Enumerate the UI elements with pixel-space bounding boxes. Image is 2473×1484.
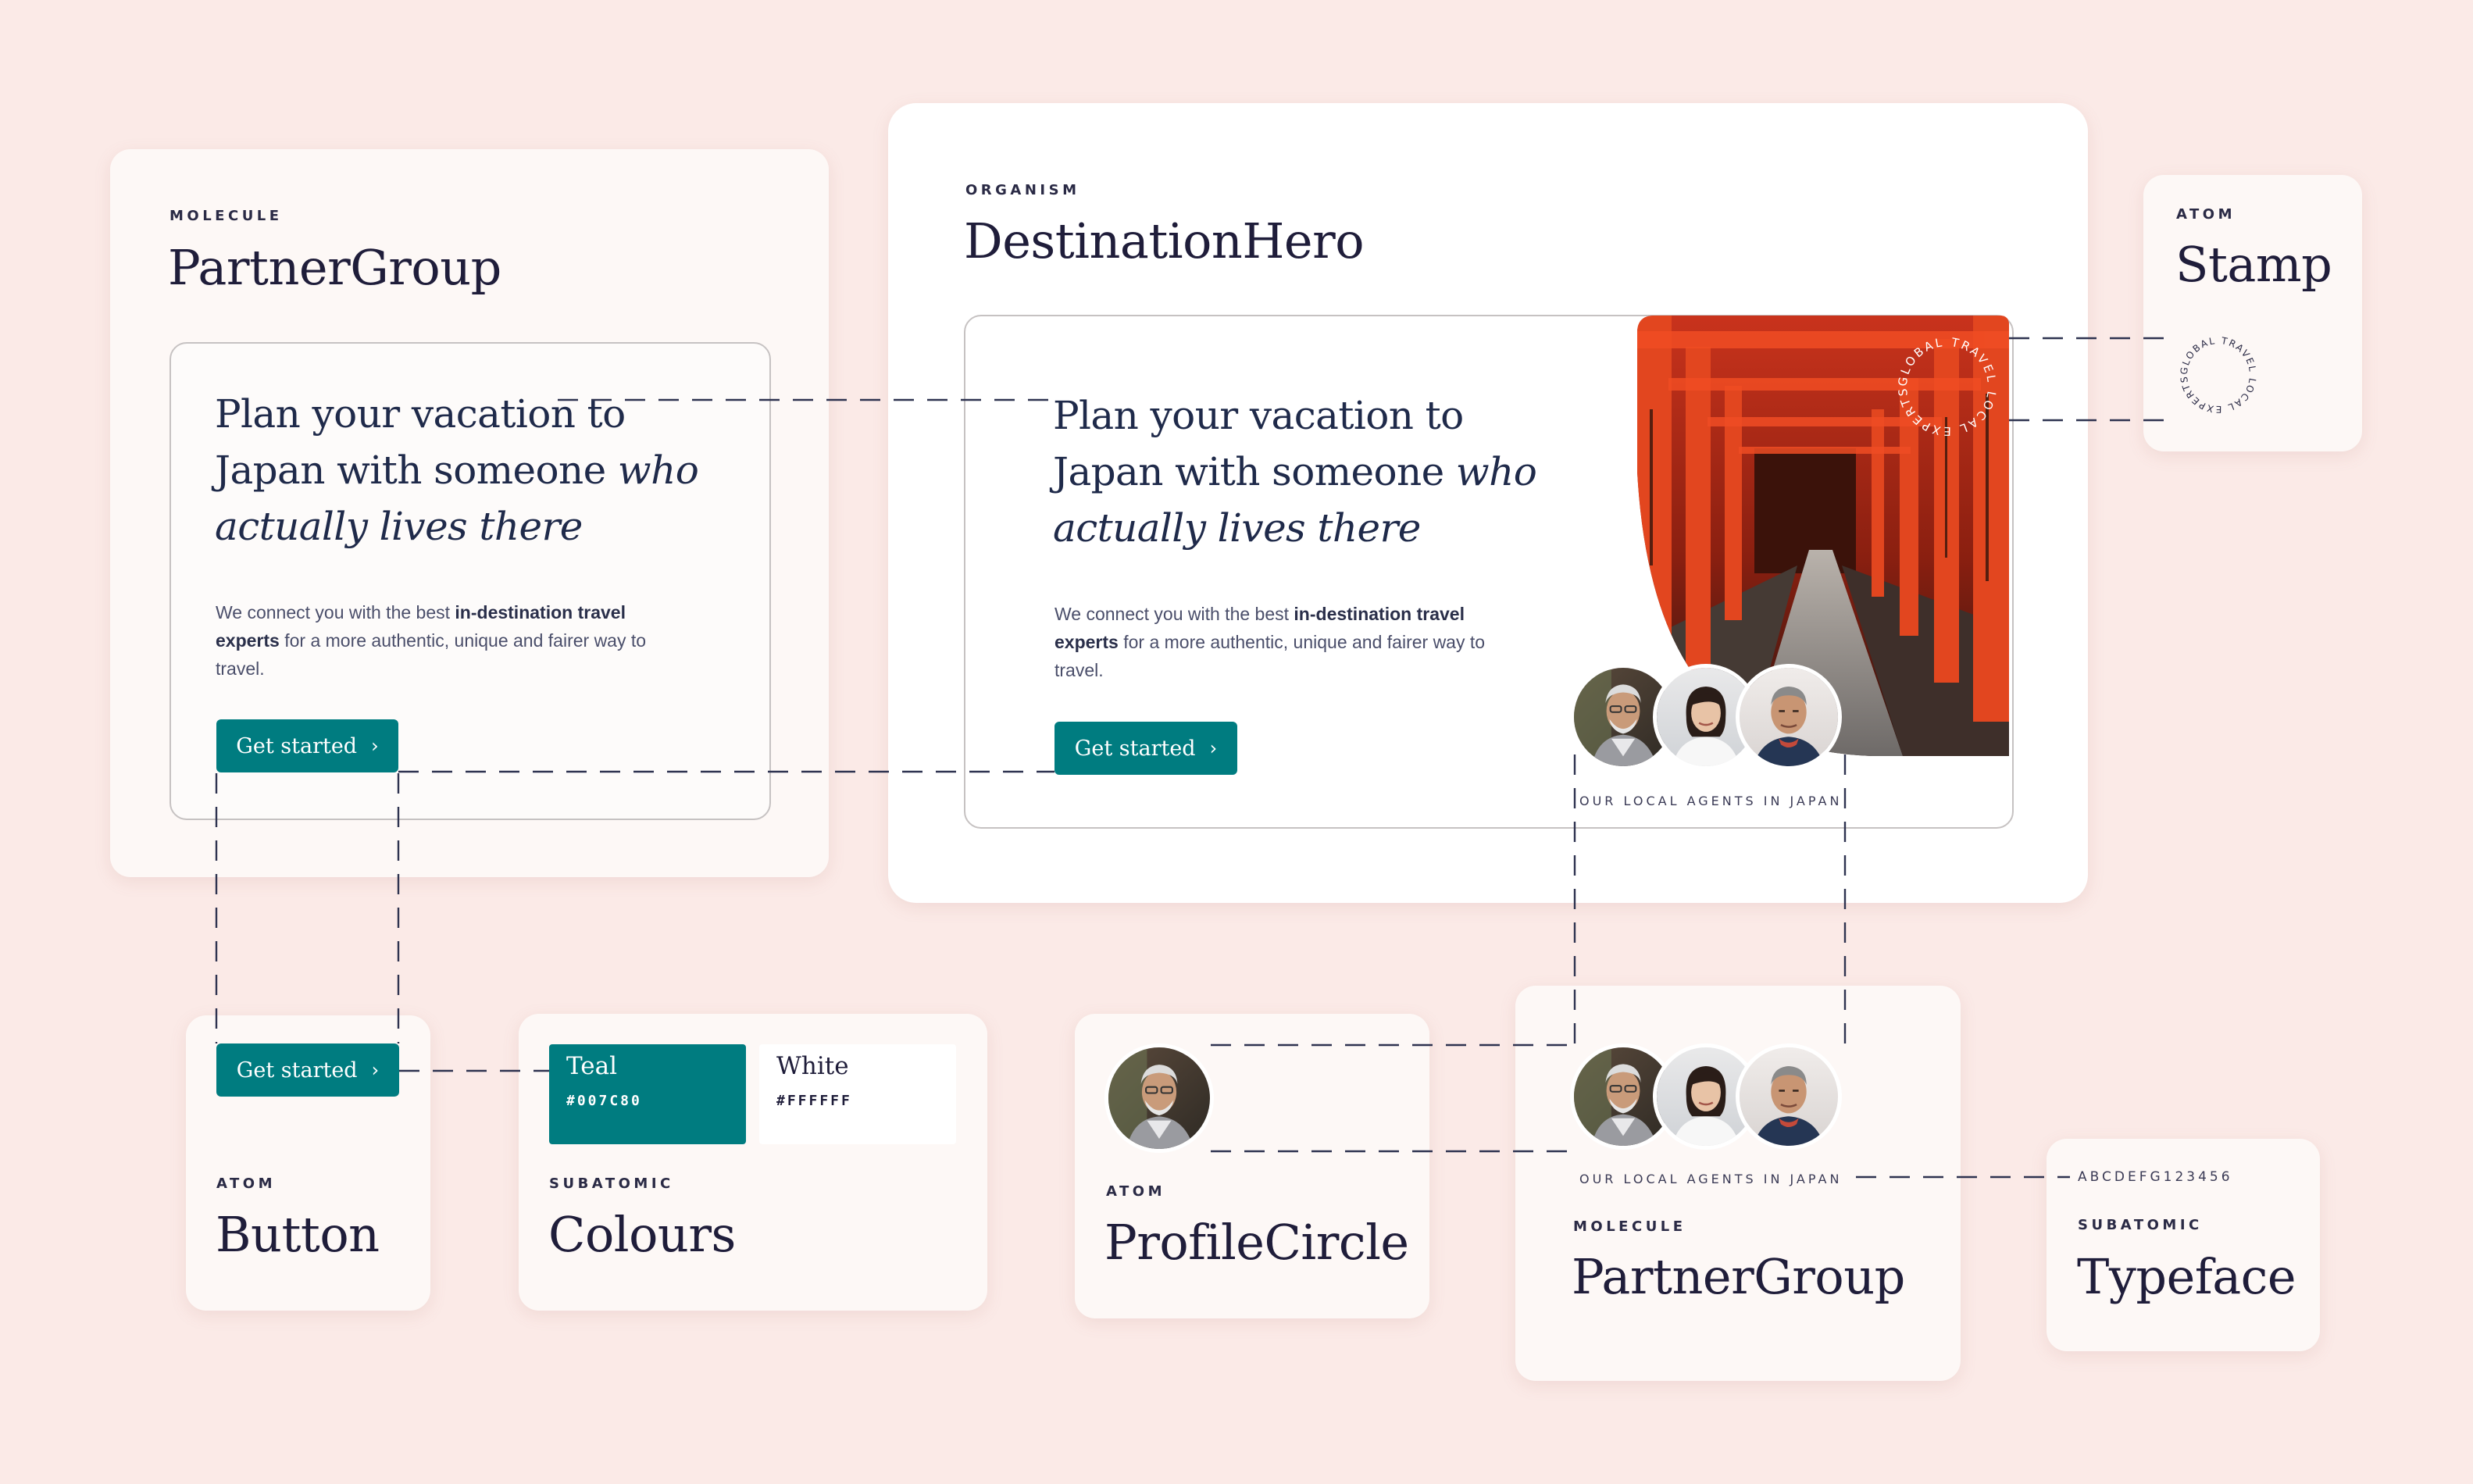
partner-group-top-title: PartnerGroup — [168, 239, 501, 296]
get-started-button-atom[interactable]: Get started › — [216, 1043, 399, 1097]
swatch-name: Teal — [566, 1052, 618, 1080]
typeface-title: Typeface — [2077, 1248, 2296, 1305]
colours-title: Colours — [548, 1206, 736, 1263]
headline-line-2-em: who — [1455, 449, 1537, 494]
partner-group-top-label: MOLECULE — [170, 208, 283, 224]
body-bold-2: experts — [216, 630, 280, 651]
agent-avatar-3[interactable] — [1736, 1043, 1842, 1150]
hero-stamp: GLOBAL TRAVEL LOCAL EXPERTS — [1896, 335, 1999, 438]
agents-caption-hero: OUR LOCAL AGENTS IN JAPAN — [1579, 794, 1843, 808]
body-bold: in-destination travel — [455, 602, 626, 622]
body-text: We connect you with the best — [1055, 604, 1294, 624]
hero-headline-left: Plan your vacation to Japan with someone… — [215, 386, 762, 555]
body-text-2: for a more authentic, unique and fairer … — [1118, 632, 1486, 652]
body-text-3: travel. — [216, 658, 265, 679]
chevron-right-icon: › — [1209, 737, 1218, 759]
body-text-2: for a more authentic, unique and fairer … — [279, 630, 647, 651]
get-started-button-hero[interactable]: Get started › — [1055, 722, 1237, 775]
swatch-hex: #007C80 — [566, 1093, 642, 1109]
get-started-button-left[interactable]: Get started › — [216, 719, 398, 772]
headline-line-2: Japan with someone — [215, 448, 618, 493]
swatch-teal: Teal #007C80 — [549, 1044, 746, 1144]
partner-group-bottom-label: MOLECULE — [1573, 1218, 1686, 1235]
headline-line-2-em: who — [617, 448, 699, 493]
chevron-right-icon: › — [371, 1059, 380, 1081]
chevron-right-icon: › — [371, 735, 379, 757]
headline-line-1: Plan your vacation to — [1053, 393, 1464, 438]
button-title: Button — [216, 1206, 380, 1263]
body-text: We connect you with the best — [216, 602, 455, 622]
typeface-sample: ABCDEFG123456 — [2078, 1169, 2233, 1185]
button-label: Get started — [236, 1058, 358, 1083]
stamp-text-hero: GLOBAL TRAVEL LOCAL EXPERTS — [1896, 335, 1997, 438]
swatch-name: White — [776, 1052, 849, 1080]
agent-avatar-3[interactable] — [1736, 664, 1842, 770]
typeface-label: SUBATOMIC — [2078, 1217, 2203, 1233]
colours-label: SUBATOMIC — [549, 1175, 674, 1192]
body-bold: in-destination travel — [1294, 604, 1465, 624]
svg-text:GLOBAL TRAVEL LOCAL EXPERTS: GLOBAL TRAVEL LOCAL EXPERTS — [1896, 335, 1999, 438]
body-text-3: travel. — [1055, 660, 1104, 680]
headline-line-1: Plan your vacation to — [215, 391, 626, 437]
hero-body-left: We connect you with the best in-destinat… — [216, 598, 715, 683]
headline-line-3-em: actually lives there — [1053, 505, 1421, 551]
headline-line-3-em: actually lives there — [215, 504, 583, 549]
swatch-white: White #FFFFFF — [759, 1044, 956, 1144]
headline-line-2: Japan with someone — [1053, 449, 1456, 494]
body-bold-2: experts — [1055, 632, 1119, 652]
stamp-text-atom: GLOBAL TRAVEL LOCAL EXPERTS — [2179, 335, 2257, 415]
profile-circle-label: ATOM — [1106, 1183, 1166, 1200]
stamp-label: ATOM — [2176, 206, 2236, 223]
button-label: Get started — [236, 733, 358, 758]
profile-circle-avatar[interactable] — [1104, 1043, 1214, 1153]
partner-group-bottom-title: PartnerGroup — [1572, 1248, 1905, 1305]
button-label-tag: ATOM — [216, 1175, 277, 1192]
destination-hero-title: DestinationHero — [964, 212, 1365, 269]
profile-circle-title: ProfileCircle — [1104, 1214, 1409, 1271]
swatch-hex: #FFFFFF — [776, 1093, 852, 1109]
agents-caption-bottom: OUR LOCAL AGENTS IN JAPAN — [1579, 1172, 1843, 1186]
stamp-title: Stamp — [2175, 236, 2332, 293]
hero-headline-right: Plan your vacation to Japan with someone… — [1053, 387, 1647, 556]
hero-body-right: We connect you with the best in-destinat… — [1055, 600, 1570, 684]
destination-hero-label: ORGANISM — [965, 182, 1080, 198]
button-label: Get started — [1074, 736, 1196, 761]
svg-text:GLOBAL TRAVEL LOCAL EXPERTS: GLOBAL TRAVEL LOCAL EXPERTS — [2179, 335, 2258, 415]
circular-stamp-icon: GLOBAL TRAVEL LOCAL EXPERTS — [2179, 335, 2258, 415]
